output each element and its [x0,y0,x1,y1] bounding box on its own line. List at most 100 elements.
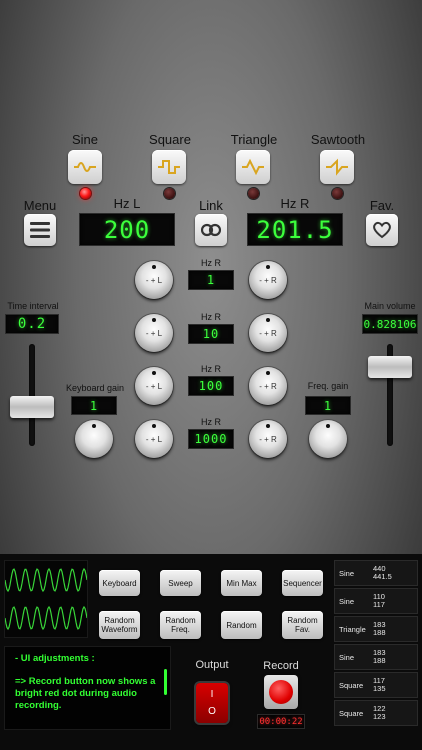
time-interval-label: Time interval [7,301,59,311]
hz-l-knob-label: - + L [145,275,163,285]
keyboard-button[interactable]: Keyboard [99,570,140,596]
triangle-wave-icon [242,158,264,176]
min-max-button[interactable]: Min Max [221,570,262,596]
list-item[interactable]: Square 117 135 [334,672,418,698]
hz-l-knob-label: - + L [145,381,163,391]
list-item[interactable]: Sine 110 117 [334,588,418,614]
sweep-button[interactable]: Sweep [160,570,201,596]
preset-name: Sine [339,596,355,606]
freq-gain-display: 1 [305,396,351,415]
step-display-1000: 1000 [188,429,234,449]
hz-l-knob-label: - + L [145,328,163,338]
hz-r-knob-label: - + R [259,275,277,285]
favorite-button[interactable] [366,214,398,246]
sawtooth-wave-icon [326,158,348,176]
link-icon [201,223,221,237]
main-volume-display: 0.828106 [362,314,418,334]
menu-label: Menu [23,198,57,213]
hz-l-knob-100[interactable]: - + L [135,367,173,405]
link-label: Link [199,198,223,213]
favorites-list: Sine 440 441.5 Sine 110 117 Triangle 183 18… [334,560,418,728]
list-item[interactable]: Triangle 183 188 [334,616,418,642]
sequencer-button[interactable]: Sequencer [282,570,323,596]
output-power-switch[interactable]: I O [196,683,228,723]
preset-hz-r: 123 [373,712,386,721]
step-label-1000: Hz R [201,417,221,427]
sine-led [80,188,91,199]
sawtooth-led [332,188,343,199]
sine-wave-button[interactable] [68,150,102,184]
power-on-glyph: I [210,689,214,700]
list-item[interactable]: Sine 440 441.5 [334,560,418,586]
hz-l-display: 200 [79,213,175,246]
hz-l-knob-1[interactable]: - + L [135,261,173,299]
random-waveform-button[interactable]: Random Waveform [99,611,140,639]
random-freq-button[interactable]: Random Freq. [160,611,201,639]
hz-r-knob-100[interactable]: - + R [249,367,287,405]
record-label: Record [263,660,299,672]
changelog-title: - UI adjustments : [15,653,95,664]
waveform-label-sine: Sine [71,132,99,147]
step-display-10: 10 [188,324,234,344]
sine-wave-icon [74,162,96,172]
square-wave-icon [158,160,180,174]
record-timer: 00:00:22 [257,714,305,729]
hz-r-knob-10[interactable]: - + R [249,314,287,352]
square-wave-button[interactable] [152,150,186,184]
random-fav-button[interactable]: Random Fav. [282,611,323,639]
hz-r-knob-label: - + R [259,381,277,391]
step-label-10: Hz R [201,312,221,322]
random-button[interactable]: Random [221,611,262,639]
preset-hz-r: 188 [373,656,386,665]
triangle-led [248,188,259,199]
preset-name: Triangle [339,624,366,634]
main-volume-slider[interactable] [368,356,412,378]
step-display-1: 1 [188,270,234,290]
sawtooth-wave-button[interactable] [320,150,354,184]
record-button[interactable] [264,675,298,709]
time-interval-display: 0.2 [5,314,59,334]
preset-hz-r: 135 [373,684,386,693]
freq-gain-label: Freq. gain [307,381,349,391]
list-item[interactable]: Sine 183 188 [334,644,418,670]
preset-name: Sine [339,652,355,662]
step-label-100: Hz R [201,364,221,374]
link-button[interactable] [195,214,227,246]
waveform-scope [4,560,88,638]
changelog-body: => Record button now shows a bright red … [15,676,156,711]
hz-l-knob-1000[interactable]: - + L [135,420,173,458]
changelog-panel[interactable]: - UI adjustments : => Record button now … [4,646,171,730]
preset-hz-r: 441.5 [373,572,392,581]
preset-name: Sine [339,568,355,578]
time-interval-slider[interactable] [10,396,54,418]
hamburger-icon [30,222,50,238]
hz-l-knob-10[interactable]: - + L [135,314,173,352]
changelog-scrollbar[interactable] [164,669,167,695]
freq-gain-knob[interactable] [309,420,347,458]
heart-icon [373,221,391,239]
keyboard-gain-knob[interactable] [75,420,113,458]
preset-name: Square [339,680,364,690]
menu-button[interactable] [24,214,56,246]
record-dot-icon [269,680,293,704]
list-item[interactable]: Square 122 123 [334,700,418,726]
triangle-wave-button[interactable] [236,150,270,184]
hz-r-knob-label: - + R [259,328,277,338]
power-off-glyph: O [208,706,216,717]
fav-label: Fav. [369,198,395,213]
hz-l-knob-label: - + L [145,434,163,444]
hz-l-label: Hz L [113,196,141,211]
hz-r-label: Hz R [280,196,310,211]
keyboard-gain-label: Keyboard gain [65,383,125,393]
hz-r-knob-1[interactable]: - + R [249,261,287,299]
scope-wave [4,567,88,631]
waveform-label-triangle: Triangle [230,132,278,147]
main-volume-label: Main volume [364,301,416,311]
preset-hz-r: 188 [373,628,386,637]
hz-r-display: 201.5 [247,213,343,246]
time-interval-track [29,344,35,446]
waveform-label-sawtooth: Sawtooth [310,132,366,147]
output-label: Output [195,659,229,671]
hz-r-knob-1000[interactable]: - + R [249,420,287,458]
hz-r-knob-label: - + R [259,434,277,444]
